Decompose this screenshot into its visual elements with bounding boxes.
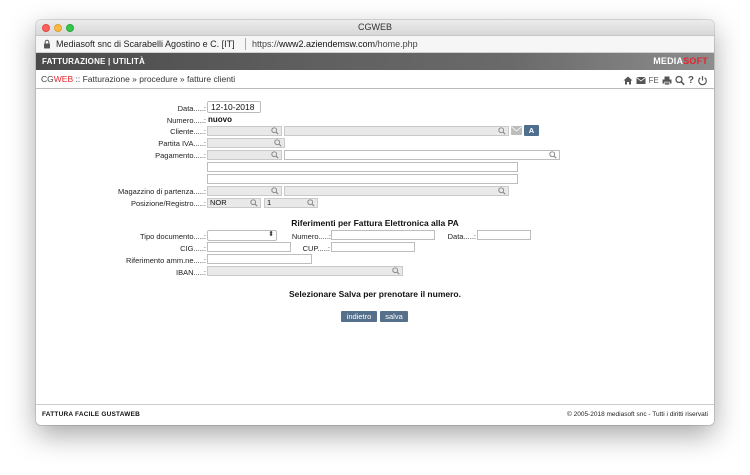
power-icon[interactable]: [697, 75, 708, 86]
home-icon[interactable]: [623, 75, 633, 86]
partita-iva-field[interactable]: [207, 138, 285, 148]
riferimento-label: Riferimento amm.ne.....:: [125, 256, 206, 265]
breadcrumb-bar: CGWEB :: Fatturazione » procedure » fatt…: [36, 70, 714, 89]
search-icon[interactable]: [274, 139, 282, 147]
numero-value: nuovo: [208, 115, 232, 124]
save-button[interactable]: salva: [380, 311, 408, 322]
search-icon[interactable]: [271, 187, 279, 195]
pa-numero-field[interactable]: [331, 230, 435, 240]
certificate-owner: Mediasoft snc di Scarabelli Agostino e C…: [56, 39, 235, 49]
posizione-field[interactable]: NOR: [207, 198, 261, 208]
page-url[interactable]: https://www2.aziendemsw.com/home.php: [252, 39, 418, 49]
posizione-value: NOR: [210, 198, 227, 207]
mail-icon[interactable]: [635, 75, 646, 86]
posizione-registro-label: Posizione/Registro.....:: [130, 199, 206, 208]
breadcrumb: CGWEB :: Fatturazione » procedure » fatt…: [41, 74, 236, 84]
add-client-button[interactable]: A: [524, 125, 539, 136]
toolbar-icons: FE ?: [623, 74, 708, 86]
partita-iva-label: Partita IVA.....:: [158, 139, 206, 148]
payment-note-field-2[interactable]: [207, 174, 518, 184]
address-separator: [245, 38, 246, 50]
lock-icon: [44, 39, 50, 49]
magazzino-name-field[interactable]: [284, 186, 509, 196]
cig-field[interactable]: [207, 242, 291, 252]
registro-field[interactable]: 1: [264, 198, 318, 208]
search-icon[interactable]: [307, 199, 315, 207]
numero-label: Numero.....:: [166, 116, 206, 125]
tipo-documento-label: Tipo documento.....:: [139, 232, 206, 241]
pa-numero-label: Numero.....:: [291, 232, 331, 241]
window-title: CGWEB: [357, 22, 392, 32]
address-bar[interactable]: Mediasoft snc di Scarabelli Agostino e C…: [36, 36, 714, 53]
iban-field[interactable]: [207, 266, 403, 276]
cliente-code-field[interactable]: [207, 126, 282, 136]
pagamento-label: Pagamento.....:: [155, 151, 206, 160]
search-icon[interactable]: [271, 151, 279, 159]
magazzino-code-field[interactable]: [207, 186, 282, 196]
help-button[interactable]: ?: [688, 75, 694, 86]
tipo-documento-select[interactable]: ⬍: [207, 230, 277, 241]
select-arrows-icon: ⬍: [268, 231, 274, 238]
pagamento-description-field[interactable]: [284, 150, 560, 160]
pagamento-code-field[interactable]: [207, 150, 282, 160]
date-field[interactable]: 12-10-2018: [207, 101, 261, 113]
cliente-label: Cliente.....:: [170, 127, 206, 136]
search-icon[interactable]: [675, 75, 685, 86]
search-icon[interactable]: [271, 127, 279, 135]
search-icon[interactable]: [498, 187, 506, 195]
fe-button[interactable]: FE: [649, 75, 659, 86]
print-icon[interactable]: [662, 75, 672, 86]
app-header: FATTURAZIONE | UTILITÀ MEDIASOFT: [36, 53, 714, 70]
main-menu[interactable]: FATTURAZIONE | UTILITÀ: [42, 57, 145, 66]
desktop-background: CGWEB Mediasoft snc di Scarabelli Agosti…: [0, 0, 750, 475]
search-icon[interactable]: [549, 151, 557, 159]
page-footer: FATTURA FACILE GUSTAWEB © 2005-2018 medi…: [36, 404, 714, 425]
data-label: Data.....:: [177, 104, 206, 113]
window-titlebar: CGWEB: [36, 20, 714, 36]
cig-label: CIG.....:: [180, 244, 206, 253]
email-icon[interactable]: [511, 126, 522, 135]
browser-window: CGWEB Mediasoft snc di Scarabelli Agosti…: [36, 20, 714, 425]
footer-product-name: FATTURA FACILE GUSTAWEB: [42, 411, 141, 418]
back-button[interactable]: indietro: [341, 311, 377, 322]
save-hint-message: Selezionare Salva per prenotare il numer…: [289, 289, 461, 299]
magazzino-label: Magazzino di partenza.....:: [118, 187, 206, 196]
search-icon[interactable]: [250, 199, 258, 207]
pa-data-field[interactable]: [477, 230, 531, 240]
footer-copyright: © 2005-2018 mediasoft snc - Tutti i diri…: [567, 411, 708, 418]
cup-field[interactable]: [331, 242, 415, 252]
riferimento-field[interactable]: [207, 254, 312, 264]
brand-logo: MEDIASOFT: [653, 56, 708, 66]
iban-label: IBAN.....:: [175, 268, 206, 277]
pa-section-title: Riferimenti per Fattura Elettronica alla…: [291, 218, 459, 228]
invoice-form: Data.....: 12-10-2018 Numero.....: nuovo…: [36, 90, 714, 404]
search-icon[interactable]: [392, 267, 400, 275]
cliente-name-field[interactable]: [284, 126, 509, 136]
payment-note-field-1[interactable]: [207, 162, 518, 172]
cup-label: CUP.....:: [302, 244, 330, 253]
search-icon[interactable]: [498, 127, 506, 135]
registro-value: 1: [267, 198, 272, 207]
pa-data-label: Data.....:: [447, 232, 476, 241]
